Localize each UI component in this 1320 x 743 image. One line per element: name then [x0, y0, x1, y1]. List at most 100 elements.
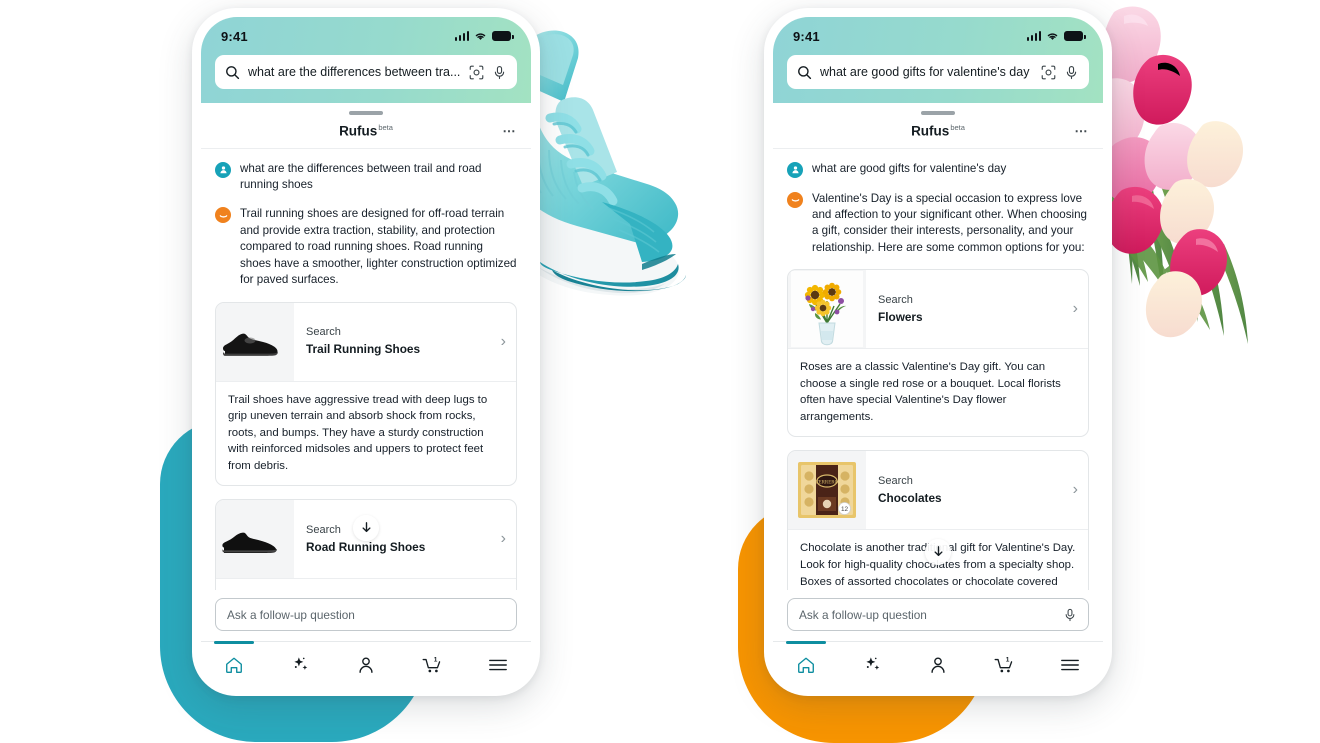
message-text: what are good gifts for valentine's day: [812, 161, 1007, 175]
nav-item-home[interactable]: [201, 642, 267, 687]
chevron-right-icon[interactable]: ›: [501, 530, 510, 548]
camera-lens-icon[interactable]: [469, 65, 484, 80]
bottom-nav-right: 1: [773, 641, 1103, 687]
sheet-header: Rufusbeta ⋯: [201, 103, 531, 149]
nav-item-rufus[interactable]: [839, 642, 905, 687]
conversation-right[interactable]: what are good gifts for valentine's day …: [773, 149, 1103, 590]
microphone-icon[interactable]: [1063, 608, 1077, 622]
card-description: Road shoes have a thin, smooth sole with…: [216, 579, 516, 590]
sunflower-bouquet-in-vase-icon: [788, 270, 866, 349]
search-icon: [797, 65, 812, 80]
product-card-header[interactable]: Search Flowers ›: [788, 270, 1088, 350]
nav-item-menu[interactable]: [465, 642, 531, 687]
sparkle-icon: [293, 657, 307, 670]
conversation-left[interactable]: what are the differences between trail a…: [201, 149, 531, 590]
status-clock: 9:41: [793, 28, 820, 44]
chevron-right-icon[interactable]: ›: [1073, 300, 1082, 318]
product-card[interactable]: Search Trail Running Shoes › Trail shoes…: [215, 301, 517, 487]
sparkle-icon: [865, 657, 879, 670]
hamburger-menu-icon: [489, 659, 507, 670]
search-input[interactable]: what are the differences between tra...: [248, 65, 461, 79]
microphone-icon[interactable]: [492, 65, 507, 80]
product-card-meta: Search Chocolates ›: [866, 451, 1088, 529]
product-card-meta: Search Road Running Shoes ›: [294, 500, 516, 578]
home-icon: [798, 657, 814, 673]
nav-item-cart[interactable]: 1: [399, 642, 465, 687]
rufus-title: Rufus: [911, 123, 950, 139]
chevron-right-icon[interactable]: ›: [1073, 481, 1082, 499]
cellular-signal-icon: [454, 31, 469, 41]
message-user: what are the differences between trail a…: [215, 161, 517, 194]
message-text: what are the differences between trail a…: [240, 161, 482, 191]
rufus-title-row: Rufusbeta ⋯: [773, 123, 1103, 139]
card-subtitle: Search: [878, 474, 913, 487]
shopping-cart-icon: 1: [422, 656, 440, 673]
tulip-head: [1145, 271, 1202, 338]
followup-input-left[interactable]: Ask a follow-up question: [215, 598, 517, 631]
camera-lens-icon[interactable]: [1041, 65, 1056, 80]
hamburger-menu-icon: [1061, 659, 1079, 670]
product-card[interactable]: Search Road Running Shoes › Road shoes h…: [215, 499, 517, 590]
product-card-header[interactable]: Search Trail Running Shoes ›: [216, 302, 516, 382]
nav-item-menu[interactable]: [1037, 642, 1103, 687]
product-card-meta: Search Flowers ›: [866, 270, 1088, 348]
search-bar-left[interactable]: what are the differences between tra...: [215, 55, 517, 89]
status-bar: 9:41: [787, 25, 1089, 47]
rufus-sheet-right: Rufusbeta ⋯ what are good gifts for vale…: [773, 103, 1103, 687]
search-bar-right[interactable]: what are good gifts for valentine's day: [787, 55, 1089, 89]
rufus-beta-badge: beta: [950, 123, 965, 132]
nav-item-account[interactable]: [333, 642, 399, 687]
user-avatar-icon: [215, 161, 231, 178]
card-title: Flowers: [878, 309, 923, 324]
wifi-icon: [475, 33, 486, 40]
rufus-avatar-icon: [787, 191, 803, 208]
status-bar: 9:41: [215, 25, 517, 47]
pink-tulips-photo: [1082, 6, 1248, 344]
kebab-menu-icon[interactable]: ⋯: [1075, 124, 1090, 137]
nav-item-home[interactable]: [773, 642, 839, 687]
message-assistant: Trail running shoes are designed for off…: [215, 206, 517, 288]
product-card-meta: Search Trail Running Shoes ›: [294, 303, 516, 381]
product-card[interactable]: Search Flowers › Roses are a classic Val…: [787, 269, 1089, 438]
app-header: 9:41 what are the differences between tr…: [201, 17, 531, 103]
phone-screen-left: 9:41 what are the differences between tr…: [201, 17, 531, 687]
shopping-cart-icon: 1: [994, 656, 1012, 673]
phone-mockup-right: 9:41 what are good gifts for valentine's…: [764, 8, 1112, 696]
microphone-icon[interactable]: [1064, 65, 1079, 80]
followup-area-left: Ask a follow-up question: [201, 590, 531, 641]
wifi-icon: [1047, 33, 1058, 40]
person-icon: [931, 657, 945, 673]
kebab-menu-icon[interactable]: ⋯: [503, 124, 518, 137]
message-user: what are good gifts for valentine's day: [787, 161, 1089, 178]
card-subtitle: Search: [306, 523, 341, 536]
search-input[interactable]: what are good gifts for valentine's day: [820, 65, 1033, 79]
rufus-sheet-left: Rufusbeta ⋯ what are the differences bet…: [201, 103, 531, 687]
drag-handle[interactable]: [349, 111, 383, 115]
status-icons: [454, 31, 514, 41]
black-road-running-shoe-icon: [216, 500, 294, 579]
card-subtitle: Search: [306, 326, 341, 339]
followup-placeholder: Ask a follow-up question: [227, 607, 355, 622]
followup-placeholder: Ask a follow-up question: [799, 607, 927, 622]
app-header: 9:41 what are good gifts for valentine's…: [773, 17, 1103, 103]
drag-handle[interactable]: [921, 111, 955, 115]
nav-item-account[interactable]: [905, 642, 971, 687]
message-text: Valentine's Day is a special occasion to…: [812, 191, 1087, 254]
card-description: Trail shoes have aggressive tread with d…: [228, 393, 488, 472]
shoe-illustration: [223, 333, 278, 356]
card-title: Trail Running Shoes: [306, 342, 421, 357]
scroll-down-arrow-icon[interactable]: [353, 514, 379, 541]
user-avatar-icon: [787, 161, 803, 178]
followup-input-right[interactable]: Ask a follow-up question: [787, 598, 1089, 631]
nav-item-cart[interactable]: 1: [971, 642, 1037, 687]
nav-item-rufus[interactable]: [267, 642, 333, 687]
bottom-nav-left: 1: [201, 641, 531, 687]
rufus-title: Rufus: [339, 123, 378, 139]
scroll-down-arrow-icon[interactable]: [925, 538, 951, 565]
sheet-header: Rufusbeta ⋯: [773, 103, 1103, 149]
chevron-right-icon[interactable]: ›: [501, 333, 510, 351]
product-card-header[interactable]: FERRERO 12 Search Chocolates ›: [788, 451, 1088, 531]
search-icon: [225, 65, 240, 80]
product-card[interactable]: FERRERO 12 Search Chocolates › Chocolate…: [787, 450, 1089, 590]
followup-area-right: Ask a follow-up question: [773, 590, 1103, 641]
